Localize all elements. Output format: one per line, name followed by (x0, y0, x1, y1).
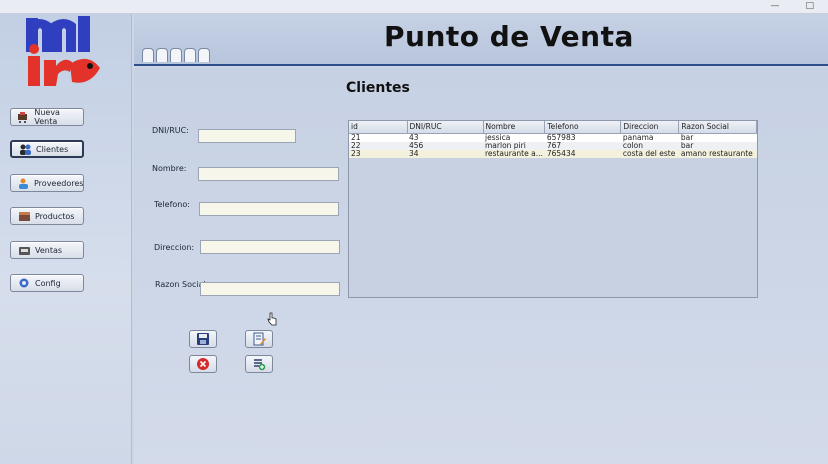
sidebar-item-ventas[interactable]: Ventas (10, 241, 84, 259)
telefono-field[interactable] (199, 202, 339, 216)
cell-telefono: 767 (544, 141, 621, 150)
cart-icon (17, 111, 30, 123)
tab-3[interactable] (170, 48, 182, 62)
direccion-label: Direccion: (154, 243, 195, 252)
cell-telefono: 657983 (544, 133, 621, 142)
sidebar-item-config[interactable]: Config (10, 274, 84, 292)
app-logo (26, 16, 100, 86)
cell-telefono: 765434 (544, 149, 621, 158)
cell-direccion: costa del este (620, 149, 679, 158)
sidebar-item-label: Config (35, 278, 61, 288)
dni-label: DNI/RUC: (152, 126, 189, 135)
cell-dni: 456 (407, 141, 483, 150)
delete-button[interactable] (189, 355, 217, 373)
dni-field[interactable] (198, 129, 296, 143)
column-header-direccion[interactable]: Direccion (620, 121, 680, 134)
sidebar: Nueva Venta Clientes Proveedores Product… (0, 14, 132, 464)
box-icon (17, 210, 31, 222)
floppy-icon (197, 333, 209, 345)
sidebar-item-productos[interactable]: Productos (10, 207, 84, 225)
cell-dni: 43 (407, 133, 483, 142)
table-row[interactable]: 22 456 marlon piri 767 colon bar (349, 141, 757, 150)
cell-id: 21 (349, 133, 407, 142)
tab-2[interactable] (156, 48, 168, 62)
cell-nombre: restaurante a... (483, 149, 545, 158)
cell-dni: 34 (407, 149, 483, 158)
column-header-id[interactable]: id (349, 121, 408, 134)
table-header-row: id DNI/RUC Nombre Telefono Direccion Raz… (349, 121, 757, 134)
cell-razon-social: bar (678, 133, 757, 142)
app-header: Punto de Venta (134, 14, 828, 66)
table-row[interactable]: 21 43 jessica 657983 panama bar (349, 133, 757, 142)
nombre-label: Nombre: (152, 164, 187, 173)
section-title: Clientes (346, 80, 410, 96)
tab-5[interactable] (198, 48, 210, 62)
edit-icon (253, 332, 266, 346)
window-titlebar: — □ (0, 0, 828, 14)
sidebar-item-label: Clientes (36, 144, 69, 154)
sidebar-item-nueva-venta[interactable]: Nueva Venta (10, 108, 84, 126)
sidebar-item-label: Productos (35, 211, 75, 221)
column-header-dni[interactable]: DNI/RUC (407, 121, 484, 134)
tab-strip (142, 48, 210, 62)
cell-direccion: colon (620, 141, 679, 150)
cell-nombre: marlon piri (483, 141, 545, 150)
cell-direccion: panama (620, 133, 679, 142)
maximize-button[interactable]: □ (805, 1, 814, 11)
supplier-icon (17, 177, 30, 189)
save-button[interactable] (189, 330, 217, 348)
cell-id: 23 (349, 149, 407, 158)
sidebar-item-clientes[interactable]: Clientes (10, 140, 84, 158)
tab-4[interactable] (184, 48, 196, 62)
users-icon (18, 143, 32, 155)
delete-icon (197, 358, 209, 370)
sidebar-item-label: Proveedores (34, 178, 84, 188)
nombre-field[interactable] (198, 167, 339, 181)
sidebar-item-label: Ventas (35, 245, 63, 255)
clientes-panel: Clientes DNI/RUC: Nombre: Telefono: Dire… (134, 68, 828, 464)
new-record-icon (254, 359, 266, 371)
gear-icon (17, 277, 31, 289)
table-row[interactable]: 23 34 restaurante a... 765434 costa del … (349, 149, 757, 158)
sidebar-item-proveedores[interactable]: Proveedores (10, 174, 84, 192)
new-button[interactable] (245, 355, 273, 373)
column-header-nombre[interactable]: Nombre (483, 121, 546, 134)
razon-social-field[interactable] (200, 282, 340, 296)
app-frame: Nueva Venta Clientes Proveedores Product… (0, 14, 828, 464)
direccion-field[interactable] (200, 240, 340, 254)
sales-icon (17, 244, 31, 256)
app-title: Punto de Venta (384, 20, 634, 53)
clientes-table[interactable]: id DNI/RUC Nombre Telefono Direccion Raz… (348, 120, 758, 298)
column-header-razon-social[interactable]: Razon Social (678, 121, 757, 134)
cell-razon-social: bar (678, 141, 757, 150)
cell-razon-social: amano restaurante (678, 149, 757, 158)
sidebar-item-label: Nueva Venta (34, 108, 60, 126)
hand-cursor-icon (267, 312, 277, 326)
telefono-label: Telefono: (154, 200, 190, 209)
cell-nombre: jessica (483, 133, 545, 142)
column-header-telefono[interactable]: Telefono (544, 121, 622, 134)
minimize-button[interactable]: — (770, 1, 779, 11)
tab-1[interactable] (142, 48, 154, 62)
edit-button[interactable] (245, 330, 273, 348)
cell-id: 22 (349, 141, 407, 150)
